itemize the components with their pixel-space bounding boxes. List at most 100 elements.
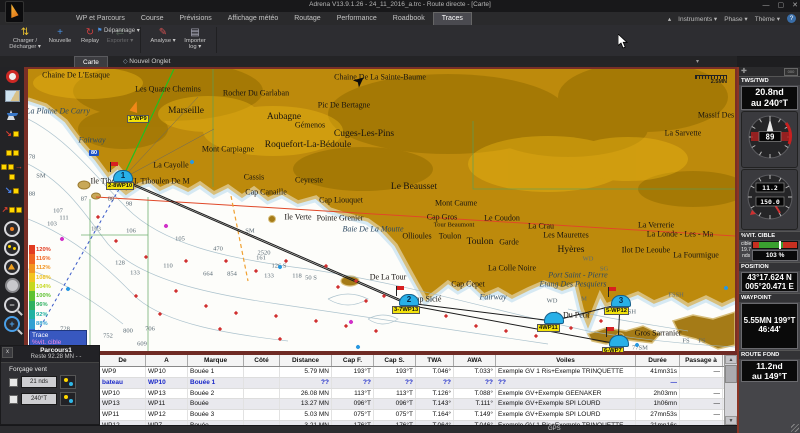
col-marque[interactable]: Marque	[188, 355, 244, 366]
depth-label: 111	[59, 215, 68, 222]
table-cell: 113°T	[332, 389, 374, 399]
menu-roadbook[interactable]: Roadbook	[385, 12, 433, 25]
table-cell: WP11	[146, 399, 188, 409]
depth-label: 103	[91, 226, 101, 233]
wind-speed-checkbox[interactable]	[9, 378, 18, 387]
marks-grid-icon[interactable]: →	[0, 162, 24, 181]
scroll-thumb[interactable]	[725, 365, 737, 383]
help-button[interactable]: ?	[787, 14, 796, 23]
table-cell	[244, 410, 280, 420]
position-box: 43°17.624 N 005°20.471 E	[741, 272, 798, 292]
place-label: Ceyreste	[295, 176, 323, 185]
depth-label: M	[581, 296, 587, 303]
boat-gauge-icon[interactable]	[0, 105, 24, 124]
move-icon[interactable]: ✚	[741, 68, 747, 76]
table-cell: —	[636, 378, 680, 388]
parcours-close-button[interactable]: x	[2, 347, 13, 358]
menu-bar-right: ▴ Instruments ▾ Phase ▾ Thème ▾?	[668, 12, 796, 25]
col-twa[interactable]: TWA	[416, 355, 454, 366]
col-dur-e[interactable]: Durée	[636, 355, 680, 366]
close-button[interactable]: ✕	[792, 0, 798, 11]
menu-instruments[interactable]: Instruments ▾	[678, 15, 717, 23]
instrument-panel-header[interactable]: ✚ 000	[739, 67, 800, 76]
menu-course[interactable]: Course	[133, 12, 172, 25]
depth-label: WD	[547, 298, 558, 305]
zoom-out-icon[interactable]: −	[0, 295, 24, 314]
minimize-button[interactable]: —	[763, 0, 770, 11]
legend-label: 120%	[36, 247, 51, 253]
place-label: Cap Gros	[427, 213, 457, 222]
gray-circle-icon[interactable]	[0, 276, 24, 295]
col-voiles[interactable]: Voiles	[496, 355, 636, 366]
table-cell: Exemple GV+Exemple GEENAKER	[496, 389, 636, 399]
menu-performance[interactable]: Performance	[329, 12, 385, 25]
resize-grip[interactable]	[791, 424, 799, 432]
col-cap-f-[interactable]: Cap F.	[332, 355, 374, 366]
analyse-button[interactable]: ✎Analyse ▾	[148, 27, 178, 51]
legend-label: 100%	[36, 293, 51, 299]
place-label: Baie De La Moutte	[342, 225, 403, 234]
menu-wp-et-parcours[interactable]: WP et Parcours	[68, 12, 133, 25]
menu-affichage-m-t-o[interactable]: Affichage météo	[220, 12, 286, 25]
col-cap-s-[interactable]: Cap S.	[374, 355, 416, 366]
menu-th-me[interactable]: Thème ▾	[755, 15, 780, 23]
route-red-arrow-icon[interactable]: ↘	[0, 124, 24, 143]
maximize-button[interactable]: ▢	[778, 0, 785, 11]
table-cell	[680, 378, 723, 388]
instrument-panel: ✚ 000 TWS/TWD 20.8nd au 240°T 89	[737, 67, 800, 433]
table-cell: 1h06mn	[636, 399, 680, 409]
waypoint-flag-icon	[396, 286, 397, 296]
blue-arrow-icon[interactable]: ↘	[0, 181, 24, 200]
tabbar-dropdown-icon[interactable]: ▾	[696, 58, 699, 65]
waypoint-box: 5.55MN 199°T 46:44'	[741, 303, 798, 349]
marks-pair-icon[interactable]	[0, 143, 24, 162]
circle-yellow-dots-icon[interactable]	[0, 238, 24, 257]
table-row[interactable]: WP9WP10Bouée 15.79 MN193°T193°TT.046°T.0…	[100, 367, 737, 378]
scroll-down-icon[interactable]: ▼	[725, 416, 737, 425]
wind-dir-field[interactable]: 240°T	[21, 393, 57, 405]
menu-pr-visions[interactable]: Prévisions	[171, 12, 219, 25]
place-label: Gros Sarranier	[635, 329, 682, 338]
col-passage-[interactable]: Passage à	[680, 355, 723, 366]
col-a[interactable]: A	[146, 355, 188, 366]
importer-log-button[interactable]: ▤Importer log ▾	[180, 27, 210, 51]
circle-orange-dot-icon[interactable]	[0, 219, 24, 238]
charger-décharger-button[interactable]: ⇅Charger / Décharger ▾	[6, 27, 44, 51]
col-de[interactable]: De	[100, 355, 146, 366]
col-c-t-[interactable]: Côté	[244, 355, 280, 366]
nautical-chart[interactable]: Chaine De L'EstaqueLes Quatre CheminsRoc…	[26, 67, 737, 354]
wind-speed-field[interactable]: 21 nds	[21, 376, 57, 388]
mob-lifebuoy-icon[interactable]	[0, 67, 24, 86]
table-row[interactable]: bateauWP10Bouée 1????????????—	[100, 378, 737, 389]
table-row[interactable]: WP13WP11Bouée13.27 MN096°T096°TT.143°T.1…	[100, 399, 737, 410]
table-header-row: DeAMarqueCôtéDistanceCap F.Cap S.TWAAWAV…	[100, 355, 737, 367]
table-cell	[244, 389, 280, 399]
circle-check-icon[interactable]	[0, 257, 24, 276]
collapse-ribbon-icon[interactable]: ▴	[668, 15, 671, 23]
vit-cible-content: cible 19.7 nds 103 %	[741, 241, 798, 261]
vit-cible-header: %VIT. CIBLE	[739, 231, 800, 240]
chart-scale: 2.5MN	[695, 75, 727, 85]
table-row[interactable]: WP11WP12Bouée 35.03 MN075°T075°TT.164°T.…	[100, 410, 737, 421]
route-marks-icon[interactable]: ↗	[0, 200, 24, 219]
col-distance[interactable]: Distance	[280, 355, 332, 366]
col-awa[interactable]: AWA	[454, 355, 496, 366]
menu-traces[interactable]: Traces	[433, 12, 472, 25]
waypoint-flag-icon	[608, 287, 609, 297]
panel-options-icon[interactable]: 000	[784, 68, 798, 76]
menu-routage[interactable]: Routage	[286, 12, 328, 25]
wind-speed-button[interactable]	[60, 375, 76, 389]
table-row[interactable]: WP10WP13Bouée 226.08 MN113°T113°TT.126°T…	[100, 389, 737, 400]
wind-dir-checkbox[interactable]	[9, 395, 18, 404]
wind-dir-button[interactable]	[60, 392, 76, 406]
nouvelle-button[interactable]: +Nouvelle	[46, 27, 74, 51]
depth-label: 50 S	[305, 275, 317, 282]
scroll-up-icon[interactable]: ▲	[725, 355, 737, 364]
menu-phase[interactable]: Phase ▾	[724, 15, 748, 23]
table-scrollbar[interactable]: ▲ ▼	[724, 355, 737, 425]
chart-icon[interactable]	[0, 86, 24, 105]
depannage-button[interactable]: ⚑ Dépannage ▾	[97, 27, 140, 34]
zoom-in-icon[interactable]: +	[0, 314, 24, 333]
tab-carte[interactable]: Carte	[74, 56, 108, 67]
tab-nouvel-onglet[interactable]: ◇ Nouvel Onglet	[115, 56, 178, 67]
